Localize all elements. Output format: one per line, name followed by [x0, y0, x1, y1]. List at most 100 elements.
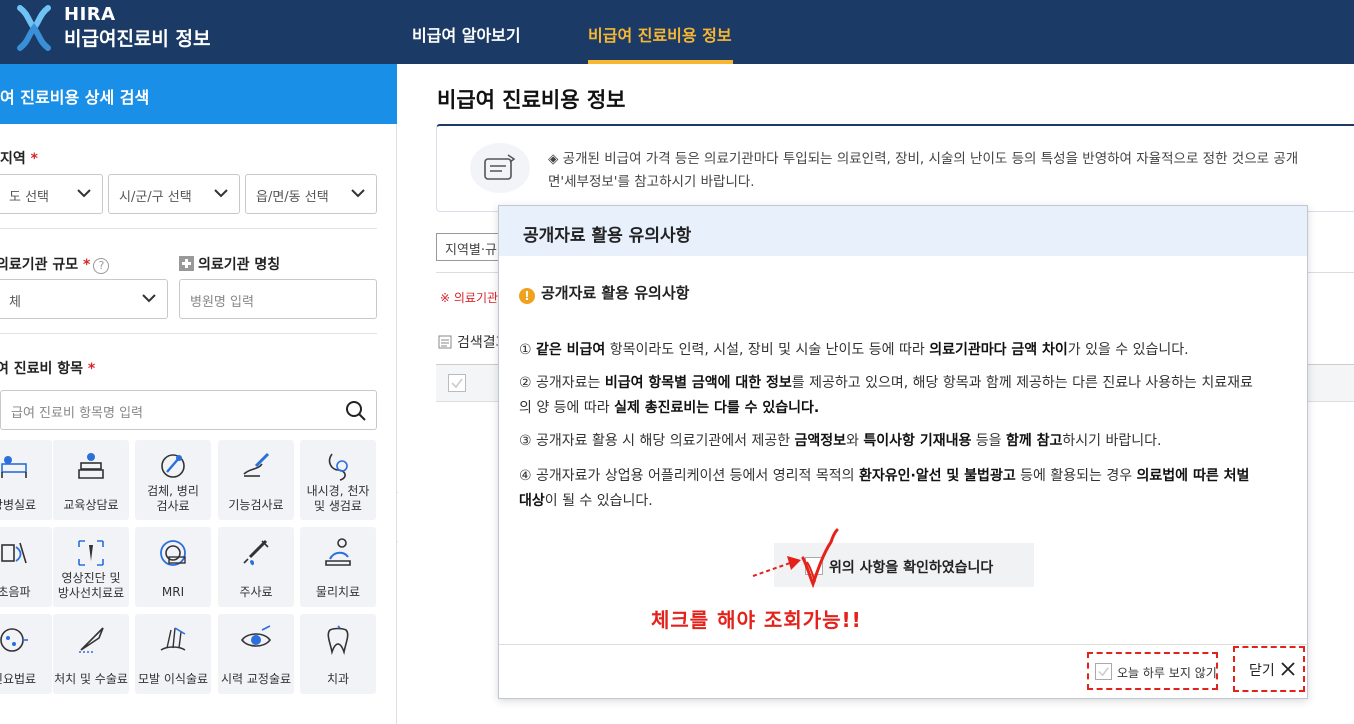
notice-item-3: ③ 공개자료 활용 시 해당 의료기관에서 제공한 금액정보와 특이사항 기재내… [519, 433, 1162, 449]
brand-ko[interactable]: 비급여진료비 정보 [64, 24, 210, 51]
hide-today-checkbox[interactable] [1095, 663, 1112, 680]
category-tile-label: 기능검사료 [228, 498, 284, 512]
search-icon[interactable] [344, 399, 368, 423]
category-tile-label: 초음파 [0, 585, 31, 599]
category-tile-label: 시력 교정술료 [220, 672, 292, 686]
category-tile[interactable]: 영상진단 및 방사선치료료 [53, 527, 129, 607]
left-panel-title-text: 여 진료비용 상세 검색 [0, 88, 150, 107]
chevron-down-icon [351, 189, 365, 198]
category-tile-label: 신요법료 [0, 672, 37, 686]
check-icon [451, 378, 463, 389]
close-button[interactable]: 닫기 [1233, 646, 1305, 692]
category-tile-label: 처치 및 수술료 [54, 672, 128, 686]
eye-icon [240, 625, 272, 647]
handdrawn-check-icon [801, 528, 839, 588]
category-tile[interactable]: 신요법료 [0, 614, 52, 694]
eupmyeondong-select-value: 읍/면/동 선택 [256, 190, 329, 205]
modal-title: 공개자료 활용 유의사항 [499, 206, 1307, 256]
check-icon [1098, 667, 1109, 677]
scale-select[interactable]: 체 [0, 279, 168, 319]
notice-item-4: ④ 공개자료가 상업용 어플리케이션 등에서 영리적 목적의 환자유인·알선 및… [519, 468, 1250, 509]
category-tile[interactable]: 주사료 [218, 527, 294, 607]
result-label: 검색결과 [438, 332, 502, 352]
result-label-text: 검색결과 [457, 335, 502, 351]
notice-item-2: ② 공개자료는 비급여 항목별 금액에 대한 정보를 제공하고 있으며, 해당 … [519, 375, 1253, 416]
divider [0, 333, 377, 334]
warning-icon: ! [519, 288, 535, 304]
arrow-icon [752, 556, 801, 577]
category-tile-label: MRI [161, 585, 185, 599]
item-search-input[interactable]: 급여 진료비 항목명 입력 [0, 390, 377, 430]
close-icon[interactable] [1281, 662, 1295, 676]
notice-line-2: 면'세부정보'를 참고하시기 바랍니다. [548, 174, 755, 190]
category-tile[interactable]: 기능검사료 [218, 440, 294, 520]
scale-label: 의료기관 규모 *? [0, 254, 110, 274]
category-tile[interactable]: MRI [135, 527, 211, 607]
category-tile[interactable]: 초음파 [0, 527, 52, 607]
category-tile[interactable]: 시력 교정술료 [218, 614, 294, 694]
category-tile-label: 방사선치료료 [57, 586, 125, 600]
hair-icon [160, 627, 186, 651]
category-tile-label: 및 생검료 [314, 499, 362, 513]
hira-logo-icon[interactable] [14, 4, 54, 52]
category-tile[interactable]: 교육상담료 [53, 440, 129, 520]
sido-select[interactable]: 도 선택 [0, 174, 103, 214]
hide-today-option[interactable]: 오늘 하루 보지 않기 [1087, 652, 1218, 690]
category-tile[interactable]: 처치 및 수술료 [53, 614, 129, 694]
region-label: 지역 * [0, 148, 38, 168]
category-tile[interactable]: 내시경, 천자 및 생검료 [300, 440, 376, 520]
help-icon[interactable]: ? [93, 258, 110, 274]
divider [499, 644, 1307, 645]
region-label-text: 지역 [0, 151, 26, 167]
notice-line-1: ◈ 공개된 비급여 가격 등은 의료기관마다 투입되는 의료인력, 장비, 시술… [548, 151, 1299, 167]
items-label: 여 진료비 항목 * [0, 358, 95, 378]
category-tile[interactable]: 검체, 병리 검사료 [135, 440, 211, 520]
region-scale-filter[interactable]: 지역별·규 [436, 233, 500, 261]
hide-today-label[interactable]: 오늘 하루 보지 않기 [1117, 664, 1217, 681]
items-label-text: 여 진료비 항목 [0, 361, 84, 377]
notice-icon-wrap [470, 143, 530, 193]
required-mark: * [83, 257, 91, 273]
list-icon [438, 335, 452, 349]
physio-icon [325, 538, 351, 566]
required-mark: * [30, 151, 38, 167]
chevron-down-icon [142, 294, 156, 303]
scale-label-text: 의료기관 규모 [0, 257, 79, 273]
brain-icon [0, 628, 28, 652]
chevron-down-icon [214, 189, 228, 198]
nav-noncovered-cost[interactable]: 비급여 진료비용 정보 [588, 22, 732, 46]
sido-select-value: 도 선택 [9, 190, 50, 205]
modal-subtitle: ! 공개자료 활용 유의사항 [519, 282, 689, 304]
hospital-note: ※ 의료기관 [440, 291, 499, 305]
category-tile-label: 모발 이식술료 [137, 672, 209, 686]
brand-en[interactable]: HIRA [64, 4, 116, 25]
select-all-checkbox[interactable] [448, 374, 466, 392]
hospital-name-input[interactable]: 병원명 입력 [179, 279, 377, 319]
check-required-annotation: 체크를 해야 조회가능!! [651, 608, 862, 632]
page-title: 비급여 진료비용 정보 [437, 88, 626, 112]
category-tile[interactable]: 상병실료 [0, 440, 52, 520]
category-tile[interactable]: 치과 [300, 614, 376, 694]
consult-icon [78, 453, 104, 479]
nav-noncovered-intro[interactable]: 비급여 알아보기 [412, 22, 521, 46]
bed-icon [1, 456, 27, 478]
required-mark: * [87, 361, 96, 377]
sigungu-select[interactable]: 시/군/구 선택 [108, 174, 240, 214]
category-tile-label: 물리치료 [315, 585, 361, 599]
tooth-icon [327, 625, 349, 656]
microscope-icon [161, 454, 185, 478]
left-panel-title: 여 진료비용 상세 검색 [0, 64, 397, 124]
syringe-icon [243, 539, 269, 566]
name-label-text: 의료기관 명칭 [198, 257, 281, 273]
category-tile-label: 주사료 [239, 585, 273, 599]
sigungu-select-value: 시/군/구 선택 [119, 190, 192, 205]
eupmyeondong-select[interactable]: 읍/면/동 선택 [245, 174, 377, 214]
category-tile[interactable]: 물리치료 [300, 527, 376, 607]
detail-search-panel: 지역 * 도 선택 시/군/구 선택 읍/면/동 선택 의료기관 규모 *? 체… [0, 124, 397, 724]
confirm-label[interactable]: 위의 사항을 확인하였습니다 [829, 557, 993, 577]
close-label[interactable]: 닫기 [1249, 660, 1275, 680]
category-tile-label: 상병실료 [0, 498, 37, 512]
category-tile[interactable]: 모발 이식술료 [135, 614, 211, 694]
function-test-icon [243, 452, 270, 477]
category-tile-label: 검체, 병리 [147, 484, 199, 498]
